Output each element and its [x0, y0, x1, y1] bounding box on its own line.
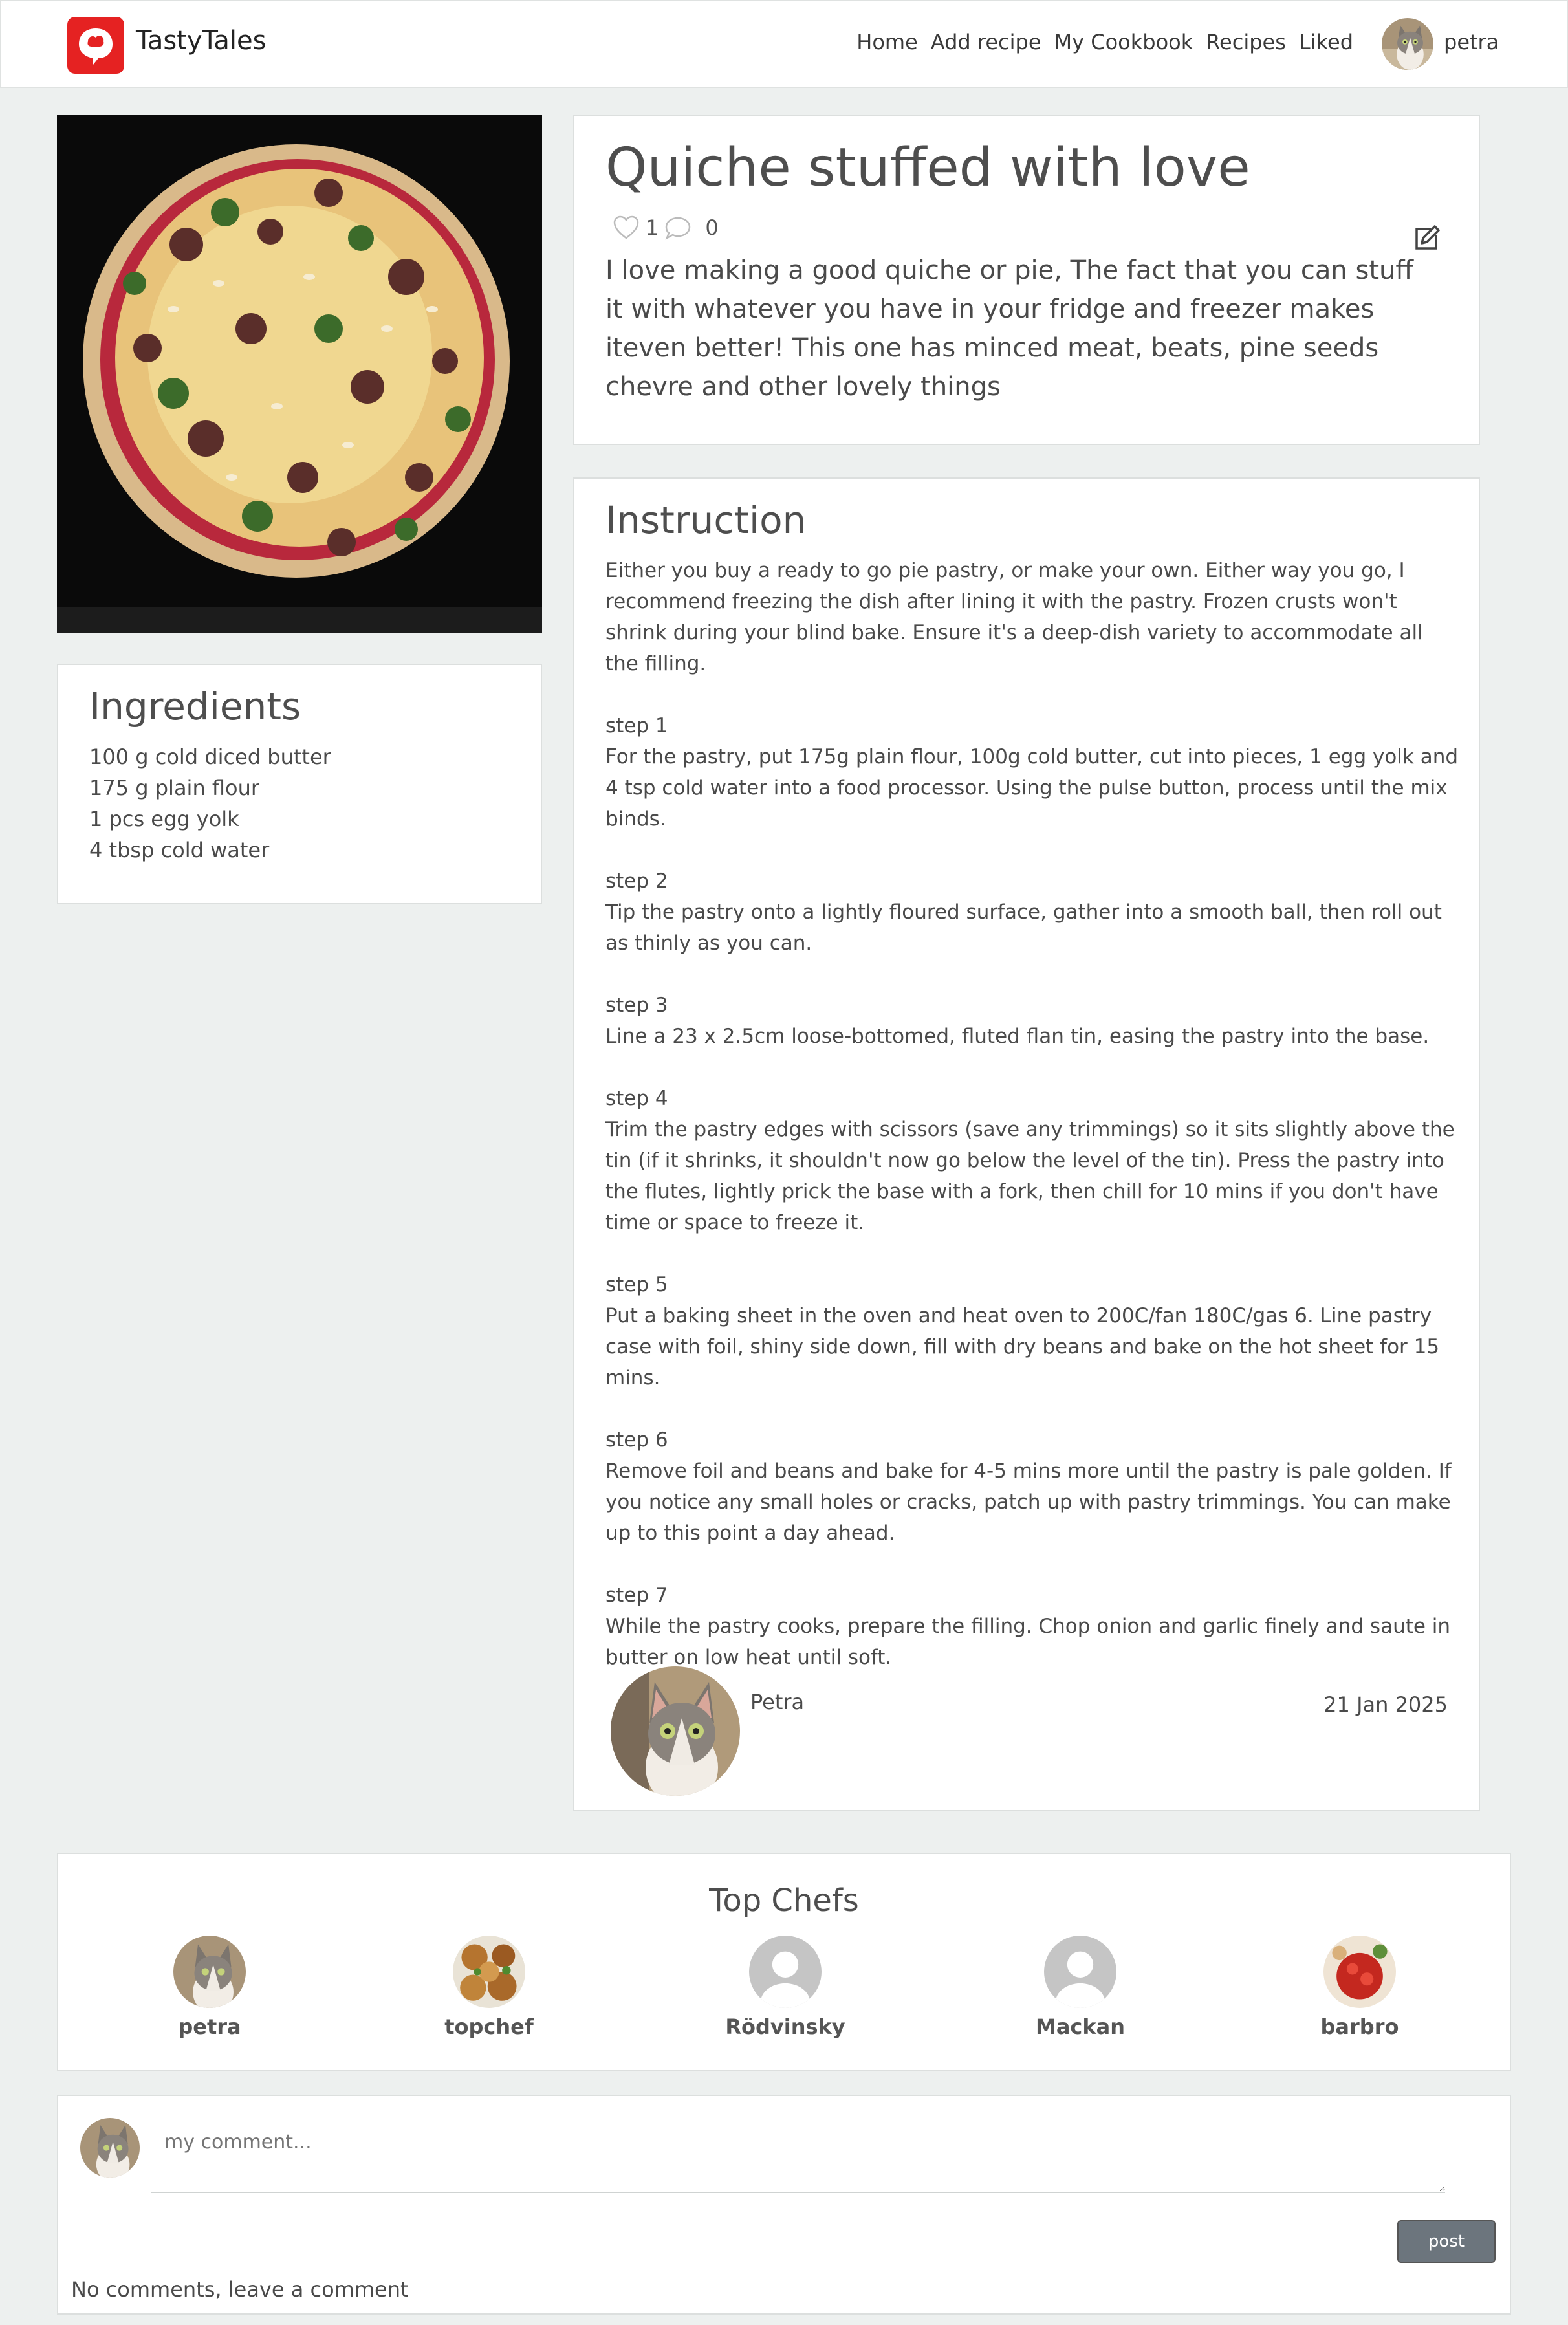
- chef-avatar[interactable]: [173, 1936, 246, 2008]
- ingredients-card: Ingredients 100 g cold diced butter 175 …: [57, 664, 542, 904]
- instruction-title: Instruction: [605, 498, 807, 542]
- top-chefs-title: Top Chefs: [709, 1883, 859, 1919]
- step-label: step 2: [605, 869, 668, 893]
- nav-recipes[interactable]: Recipes: [1206, 30, 1286, 54]
- no-comments-text: No comments, leave a comment: [71, 2277, 409, 2302]
- ingredient-item: 4 tbsp cold water: [89, 838, 270, 862]
- chef-name[interactable]: Mackan: [1003, 2014, 1158, 2039]
- step-text: Put a baking sheet in the oven and heat …: [605, 1304, 1440, 1390]
- step-label: step 6: [605, 1428, 668, 1452]
- chef-name[interactable]: barbro: [1282, 2014, 1437, 2039]
- user-avatar[interactable]: [1382, 18, 1433, 70]
- step-text: Tip the pastry onto a lightly floured su…: [605, 901, 1442, 955]
- step-label: step 4: [605, 1087, 668, 1110]
- chef-avatar[interactable]: [1323, 1936, 1396, 2008]
- ingredient-item: 1 pcs egg yolk: [89, 807, 239, 831]
- chef-hat-chat-icon[interactable]: [67, 17, 124, 74]
- step-label: step 7: [605, 1584, 668, 1607]
- default-user-icon[interactable]: [749, 1936, 822, 2008]
- ingredient-item: 175 g plain flour: [89, 776, 260, 800]
- recipe-photo: [57, 115, 542, 633]
- post-date: 21 Jan 2025: [1323, 1692, 1448, 1717]
- recipe-title: Quiche stuffed with love: [605, 137, 1250, 199]
- step-text: Trim the pastry edges with scissors (sav…: [605, 1118, 1455, 1234]
- instruction-step: step 4 Trim the pastry edges with scissor…: [605, 1083, 1459, 1238]
- edit-icon[interactable]: [1413, 224, 1441, 252]
- commenter-avatar: [80, 2118, 140, 2178]
- brand-name[interactable]: TastyTales: [136, 26, 266, 56]
- comments-count: 0: [705, 215, 719, 240]
- chef-avatar[interactable]: [453, 1936, 525, 2008]
- instruction-step: step 3 Line a 23 x 2.5cm loose-bottomed, …: [605, 990, 1459, 1052]
- nav-add-recipe[interactable]: Add recipe: [931, 30, 1041, 54]
- nav-username[interactable]: petra: [1444, 30, 1499, 54]
- nav-links: Home Add recipe My Cookbook Recipes Like…: [856, 30, 1353, 54]
- step-label: step 5: [605, 1273, 668, 1296]
- instruction-step: step 1 For the pastry, put 175g plain flo…: [605, 710, 1459, 835]
- chef-card[interactable]: topchef: [411, 1936, 567, 2039]
- nav-my-cookbook[interactable]: My Cookbook: [1054, 30, 1193, 54]
- chef-card[interactable]: Mackan: [1003, 1936, 1158, 2039]
- navbar: TastyTales Home Add recipe My Cookbook R…: [0, 0, 1568, 88]
- nav-home[interactable]: Home: [856, 30, 918, 54]
- step-label: step 3: [605, 994, 668, 1017]
- comment-bubble-icon[interactable]: [664, 215, 692, 241]
- chef-card[interactable]: Rödvinsky: [708, 1936, 863, 2039]
- author-name[interactable]: Petra: [750, 1690, 804, 1714]
- ingredients-list: 100 g cold diced butter 175 g plain flou…: [89, 741, 331, 866]
- heart-icon[interactable]: [612, 215, 640, 241]
- chef-name[interactable]: topchef: [411, 2014, 567, 2039]
- ingredient-item: 100 g cold diced butter: [89, 745, 331, 769]
- recipe-stats: 1 0: [612, 215, 719, 241]
- instruction-body: Either you buy a ready to go pie pastry,…: [605, 555, 1459, 1704]
- step-label: step 1: [605, 714, 668, 737]
- recipe-description: I love making a good quiche or pie, The …: [605, 256, 1413, 402]
- chef-name[interactable]: petra: [132, 2014, 287, 2039]
- instruction-step: step 2 Tip the pastry onto a lightly flou…: [605, 866, 1459, 959]
- default-user-icon[interactable]: [1044, 1936, 1116, 2008]
- chef-card[interactable]: barbro: [1282, 1936, 1437, 2039]
- post-button[interactable]: post: [1397, 2220, 1496, 2263]
- likes-count: 1: [646, 215, 659, 240]
- recipe-header-card: Quiche stuffed with love 1 0 I love maki…: [573, 115, 1480, 445]
- instruction-step: step 7 While the pastry cooks, prepare th…: [605, 1580, 1459, 1673]
- chef-card[interactable]: petra: [132, 1936, 287, 2039]
- nav-liked[interactable]: Liked: [1299, 30, 1353, 54]
- chef-name[interactable]: Rödvinsky: [708, 2014, 863, 2039]
- author-avatar[interactable]: [611, 1666, 740, 1796]
- step-text: Line a 23 x 2.5cm loose-bottomed, fluted…: [605, 1025, 1430, 1048]
- instruction-intro: Either you buy a ready to go pie pastry,…: [605, 559, 1423, 675]
- ingredients-title: Ingredients: [89, 684, 301, 728]
- instruction-step: step 6 Remove foil and beans and bake for…: [605, 1424, 1459, 1549]
- instruction-card: Instruction Either you buy a ready to go…: [573, 477, 1480, 1811]
- step-text: Remove foil and beans and bake for 4-5 m…: [605, 1459, 1452, 1545]
- comment-card: post No comments, leave a comment: [57, 2095, 1511, 2315]
- top-chefs-card: Top Chefs petra topchef Rödvinsky Mackan…: [57, 1853, 1511, 2071]
- step-text: For the pastry, put 175g plain flour, 10…: [605, 745, 1459, 831]
- step-text: While the pastry cooks, prepare the fill…: [605, 1615, 1451, 1669]
- comment-input[interactable]: [151, 2115, 1445, 2193]
- instruction-step: step 5 Put a baking sheet in the oven and…: [605, 1269, 1459, 1393]
